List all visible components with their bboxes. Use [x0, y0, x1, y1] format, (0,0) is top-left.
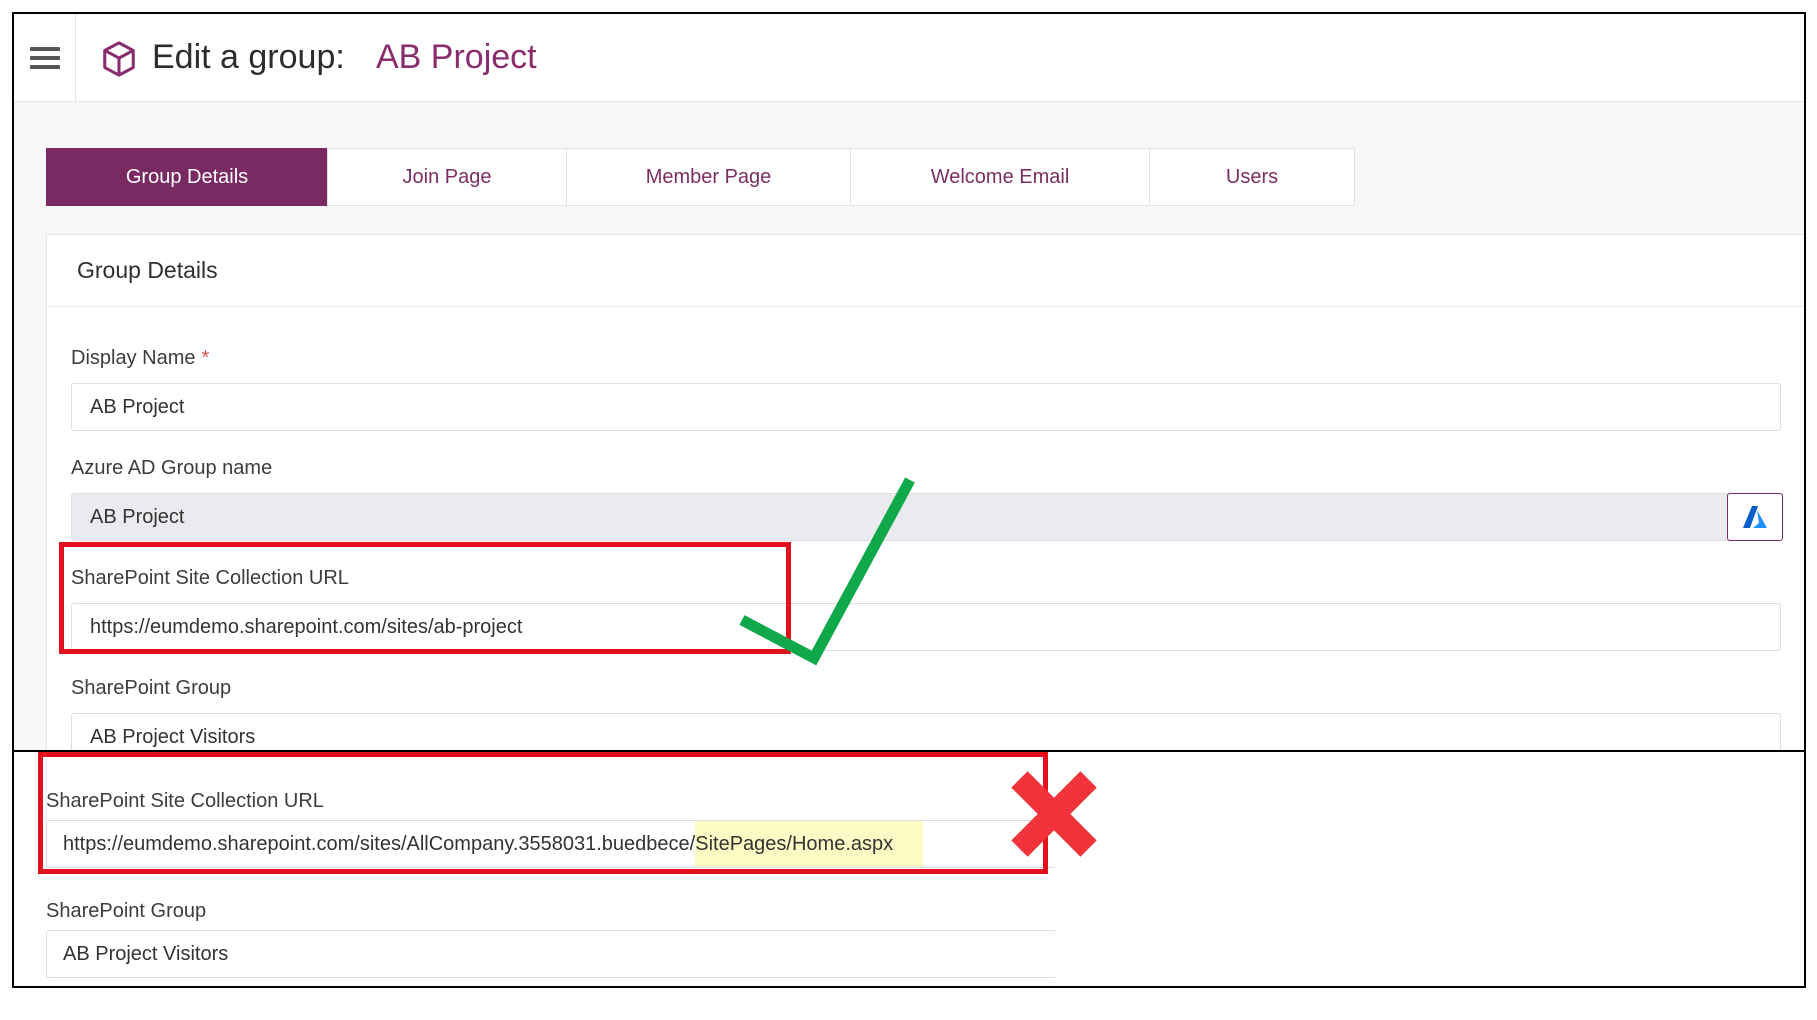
- card-title: Group Details: [77, 257, 218, 283]
- card-header: Group Details: [47, 235, 1804, 307]
- tab-group-details[interactable]: Group Details: [46, 148, 328, 206]
- check-mark-icon: [739, 477, 915, 666]
- page-title: Edit a group:: [152, 38, 345, 76]
- azure-group-label: Azure AD Group name: [71, 457, 273, 479]
- tab-welcome-email[interactable]: Welcome Email: [850, 148, 1150, 206]
- page-header: Edit a group: AB Project: [14, 14, 1804, 102]
- display-name-label: Display Name *: [71, 347, 210, 369]
- required-marker: *: [201, 347, 210, 369]
- sp-group-input[interactable]: AB Project Visitors: [71, 713, 1781, 752]
- tab-users[interactable]: Users: [1149, 148, 1355, 206]
- incorrect-url-annotation-box: [38, 752, 1048, 874]
- azure-lookup-button[interactable]: [1727, 493, 1783, 541]
- tab-member-page[interactable]: Member Page: [566, 148, 851, 206]
- sp-group-label: SharePoint Group: [71, 677, 232, 699]
- display-name-input[interactable]: AB Project: [71, 383, 1781, 431]
- correct-url-annotation-box: [59, 542, 791, 654]
- bad-sp-group-input[interactable]: AB Project Visitors: [46, 930, 1056, 978]
- azure-logo-icon: [1743, 506, 1767, 528]
- cube-icon: [103, 41, 135, 77]
- cross-mark-icon: [1011, 771, 1097, 857]
- correct-example-panel: Edit a group: AB Project Group Details J…: [12, 12, 1806, 754]
- hamburger-menu-icon[interactable]: [14, 14, 76, 102]
- group-name-title: AB Project: [376, 38, 537, 76]
- tab-join-page[interactable]: Join Page: [327, 148, 567, 206]
- incorrect-example-panel: SharePoint Site Collection URL https://e…: [12, 750, 1806, 988]
- bad-sp-group-label: SharePoint Group: [46, 900, 207, 922]
